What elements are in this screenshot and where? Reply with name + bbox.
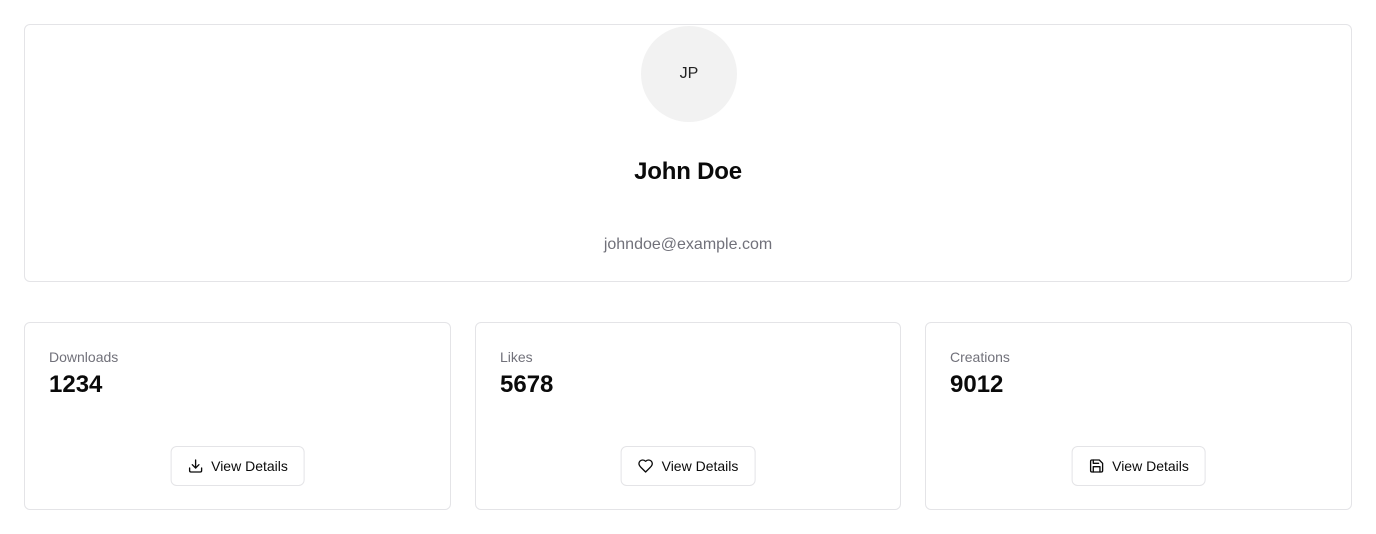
creations-view-details-button[interactable]: View Details xyxy=(1071,446,1206,486)
button-label: View Details xyxy=(661,458,739,474)
stat-label: Downloads xyxy=(49,349,119,365)
stat-value: 1234 xyxy=(49,371,103,398)
profile-name: John Doe xyxy=(634,158,742,185)
stat-value: 9012 xyxy=(950,371,1004,398)
downloads-view-details-button[interactable]: View Details xyxy=(170,446,305,486)
stat-card-creations: Creations 9012 View Details xyxy=(925,322,1352,510)
download-icon xyxy=(187,458,203,474)
save-icon xyxy=(1088,458,1104,474)
profile-card: JP John Doe johndoe@example.com xyxy=(24,24,1352,282)
avatar: JP xyxy=(641,26,737,122)
heart-icon xyxy=(638,458,654,474)
button-label: View Details xyxy=(211,458,288,474)
stat-value: 5678 xyxy=(500,371,554,398)
profile-email: johndoe@example.com xyxy=(603,236,773,253)
likes-view-details-button[interactable]: View Details xyxy=(620,446,756,486)
stat-card-downloads: Downloads 1234 View Details xyxy=(24,322,451,510)
button-label: View Details xyxy=(1112,458,1189,474)
avatar-initials: JP xyxy=(679,65,699,82)
stat-label: Creations xyxy=(950,349,1010,365)
stat-label: Likes xyxy=(500,349,533,365)
stat-card-likes: Likes 5678 View Details xyxy=(475,322,901,510)
